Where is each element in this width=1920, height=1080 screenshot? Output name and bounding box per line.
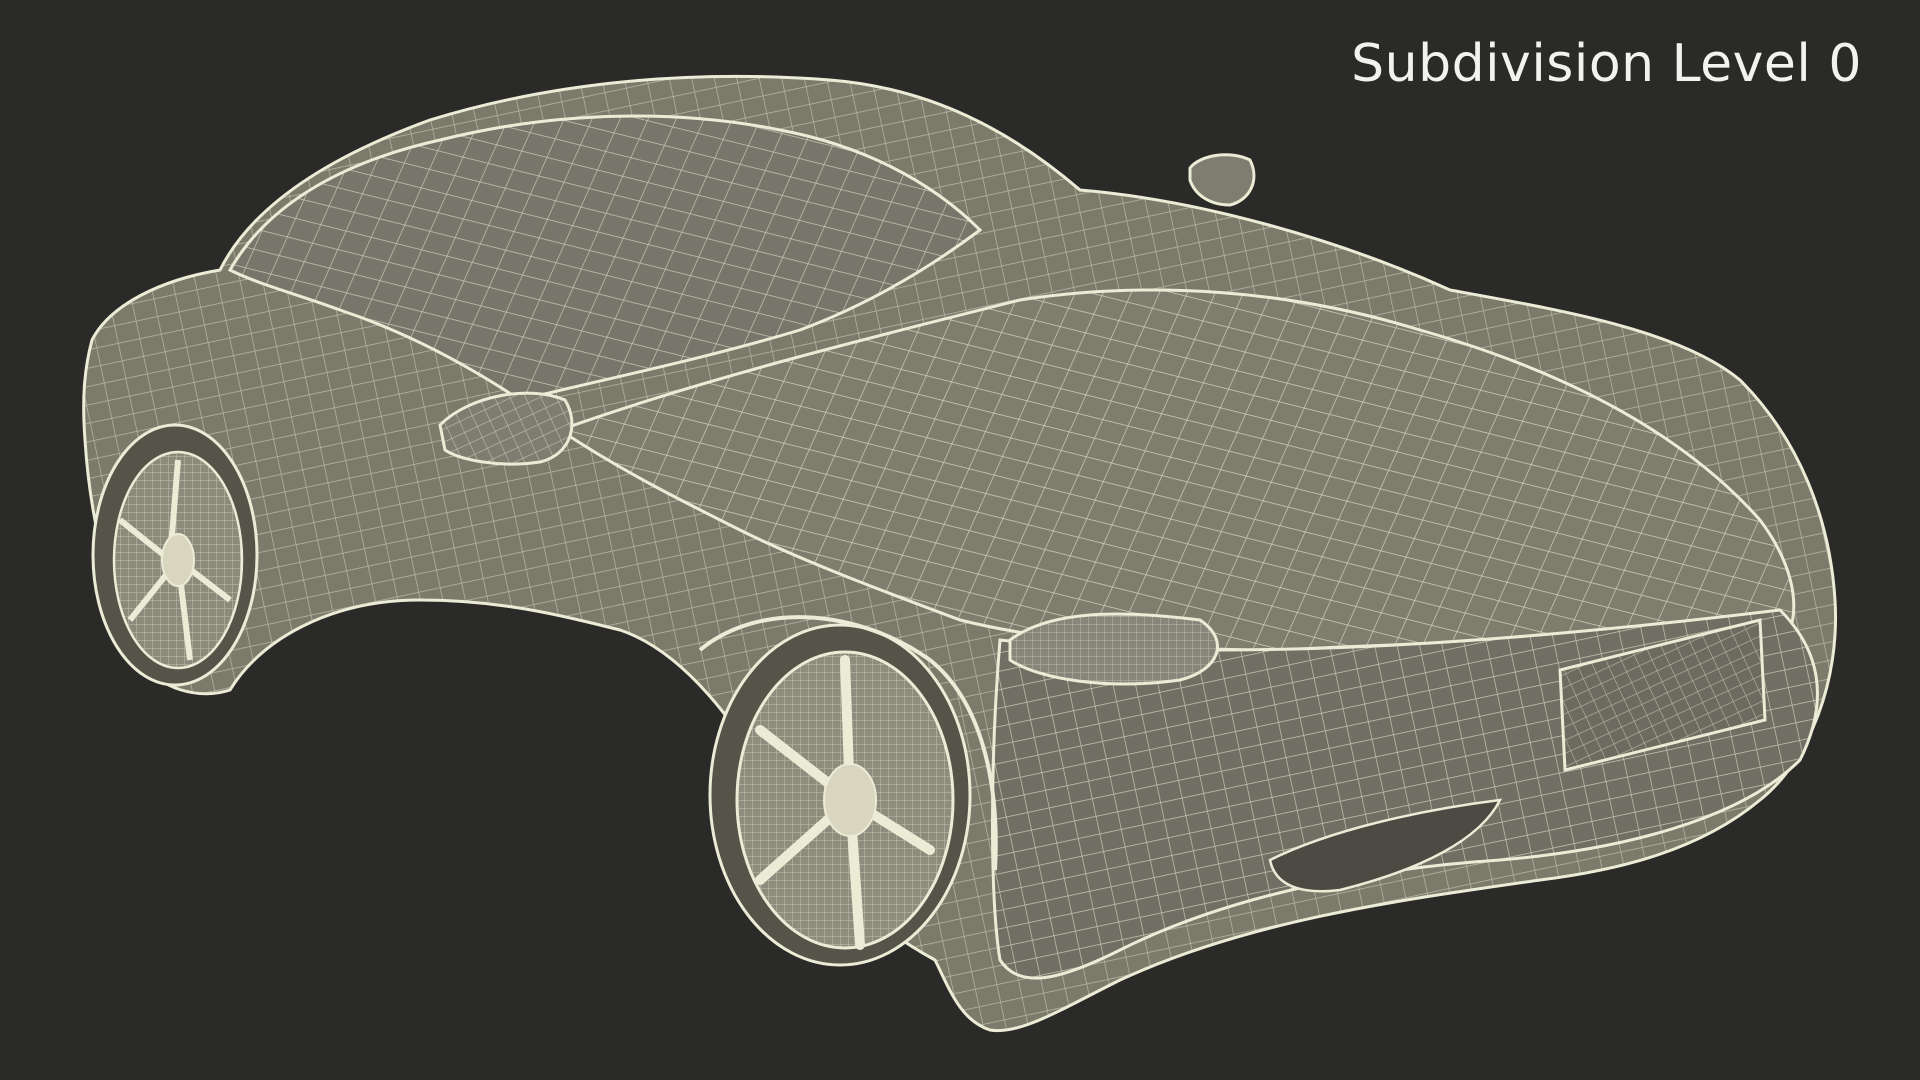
subdivision-level-label: Subdivision Level 0 bbox=[1351, 34, 1862, 94]
wireframe-car-render bbox=[82, 74, 1838, 1033]
car-rear-wheel bbox=[91, 423, 259, 687]
car-mirror-right bbox=[1188, 153, 1256, 207]
viewport: Subdivision Level 0 bbox=[0, 0, 1920, 1080]
car-headlight bbox=[1008, 612, 1219, 686]
car-front-wheel bbox=[708, 623, 972, 967]
